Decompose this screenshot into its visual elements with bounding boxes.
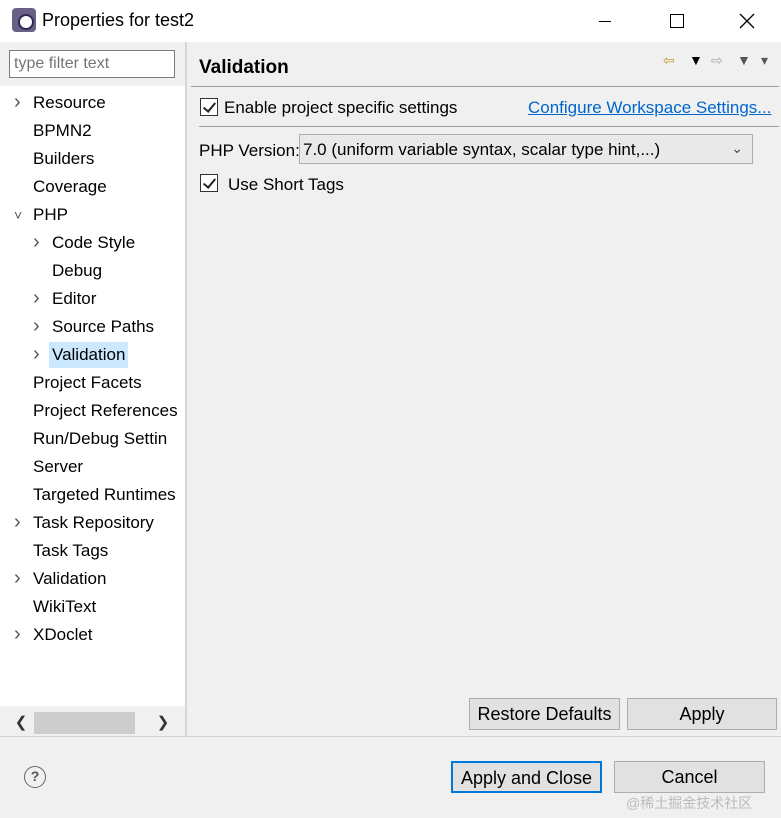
tree-item[interactable]: Project Facets [0,370,185,398]
chevron-right-icon[interactable]: › [33,230,47,256]
forward-dropdown-icon[interactable]: ▼ [737,52,751,68]
tree-item[interactable]: › Source Paths [0,314,185,342]
tree-item[interactable]: BPMN2 [0,118,185,146]
property-page: Validation ⇦ ▼ ⇨ ▼ ▾ Enable project spec… [187,42,781,736]
tree-item[interactable]: Run/Debug Settin [0,426,185,454]
back-dropdown-icon[interactable]: ▼ [689,52,703,68]
chevron-right-icon[interactable]: › [14,510,28,536]
tree-item-label: Project Facets [33,373,142,392]
php-version-select[interactable]: 7.0 (uniform variable syntax, scalar typ… [299,134,753,164]
tree-item[interactable]: WikiText [0,594,185,622]
tree-item-label: Validation [49,342,129,368]
restore-defaults-button[interactable]: Restore Defaults [469,698,620,730]
php-version-label: PHP Version: [199,141,300,160]
apply-and-close-button[interactable]: Apply and Close [451,761,602,793]
tree-horizontal-scrollbar[interactable]: ❮ ❯ [9,710,175,736]
tree-item[interactable]: › Editor [0,286,185,314]
title-bar: Properties for test2 [0,0,781,42]
tree-item-label: WikiText [33,597,97,616]
forward-arrow-icon[interactable]: ⇨ [711,52,723,69]
tree-item[interactable]: Server [0,454,185,482]
tree-item-label: XDoclet [33,625,93,644]
tree-item-label: Validation [33,569,107,588]
close-button[interactable] [712,0,781,42]
php-version-value: 7.0 (uniform variable syntax, scalar typ… [303,140,661,159]
watermark: @稀土掘金技术社区 [626,795,753,811]
tree-item-label: Targeted Runtimes [33,485,176,504]
tree-item-label: Code Style [52,233,136,252]
settings-separator [199,126,779,127]
chevron-right-icon[interactable]: › [14,90,28,116]
tree-item-label: Coverage [33,177,107,196]
scroll-right-icon[interactable]: ❯ [151,710,175,736]
tree-item-label: Server [33,457,84,476]
back-arrow-icon[interactable]: ⇦ [663,52,675,69]
chevron-right-icon[interactable]: › [33,286,47,312]
tree-item[interactable]: › Resource [0,90,185,118]
tree-item[interactable]: ˅ PHP [0,202,185,230]
help-icon[interactable]: ? [24,766,46,788]
tree-item[interactable]: › XDoclet [0,622,185,650]
maximize-button[interactable] [642,0,712,42]
chevron-down-icon: ⌄ [731,140,743,156]
enable-specific-checkbox[interactable] [200,98,218,116]
page-title: Validation [199,57,289,78]
scroll-left-icon[interactable]: ❮ [9,710,33,736]
filter-input[interactable] [9,50,175,78]
eclipse-app-icon [12,8,36,32]
short-tags-label[interactable]: Use Short Tags [228,175,344,195]
apply-button[interactable]: Apply [627,698,777,730]
tree-item[interactable]: Debug [0,258,185,286]
cancel-button[interactable]: Cancel [614,761,765,793]
configure-workspace-link[interactable]: Configure Workspace Settings... [528,98,771,118]
tree-item-label: Task Repository [33,513,154,532]
chevron-right-icon[interactable]: › [33,342,47,368]
tree-item-label: Builders [33,149,95,168]
tree-item-label: Resource [33,93,106,112]
dialog-body: › Resource BPMN2 Builders Coverage ˅ PHP › Code … [0,42,781,818]
tree-item-label: Project References [33,401,178,420]
close-icon [739,13,755,29]
minimize-icon [599,20,611,22]
chevron-down-icon[interactable]: ˅ [14,202,28,228]
scrollbar-thumb[interactable] [34,712,135,734]
tree-item-label: PHP [33,205,68,224]
tree-item-label: Debug [52,261,103,280]
tree-item-label: Task Tags [33,541,109,560]
tree-item[interactable]: › Validation [0,566,185,594]
tree-item[interactable]: › Task Repository [0,510,185,538]
tree-item-label: Source Paths [52,317,155,336]
minimize-button[interactable] [570,0,640,42]
tree-item-label: Run/Debug Settin [33,429,168,448]
chevron-right-icon[interactable]: › [14,566,28,592]
tree-item-label: BPMN2 [33,121,92,140]
window-title: Properties for test2 [42,10,195,30]
enable-specific-label[interactable]: Enable project specific settings [224,98,457,118]
tree-item[interactable]: Coverage [0,174,185,202]
footer-separator [0,736,781,737]
title-separator [191,86,779,87]
chevron-right-icon[interactable]: › [33,314,47,340]
maximize-icon [670,14,684,28]
chevron-right-icon[interactable]: › [14,622,28,648]
tree-item[interactable]: › Code Style [0,230,185,258]
tree-item[interactable]: Project References [0,398,185,426]
tree-item-label: Editor [52,289,97,308]
tree-item[interactable]: Targeted Runtimes [0,482,185,510]
properties-tree: › Resource BPMN2 Builders Coverage ˅ PHP › Code … [0,86,185,706]
tree-item[interactable]: › Validation [0,342,185,370]
tree-item[interactable]: Task Tags [0,538,185,566]
view-menu-icon[interactable]: ▾ [761,52,768,69]
tree-item[interactable]: Builders [0,146,185,174]
short-tags-checkbox[interactable] [200,174,218,192]
